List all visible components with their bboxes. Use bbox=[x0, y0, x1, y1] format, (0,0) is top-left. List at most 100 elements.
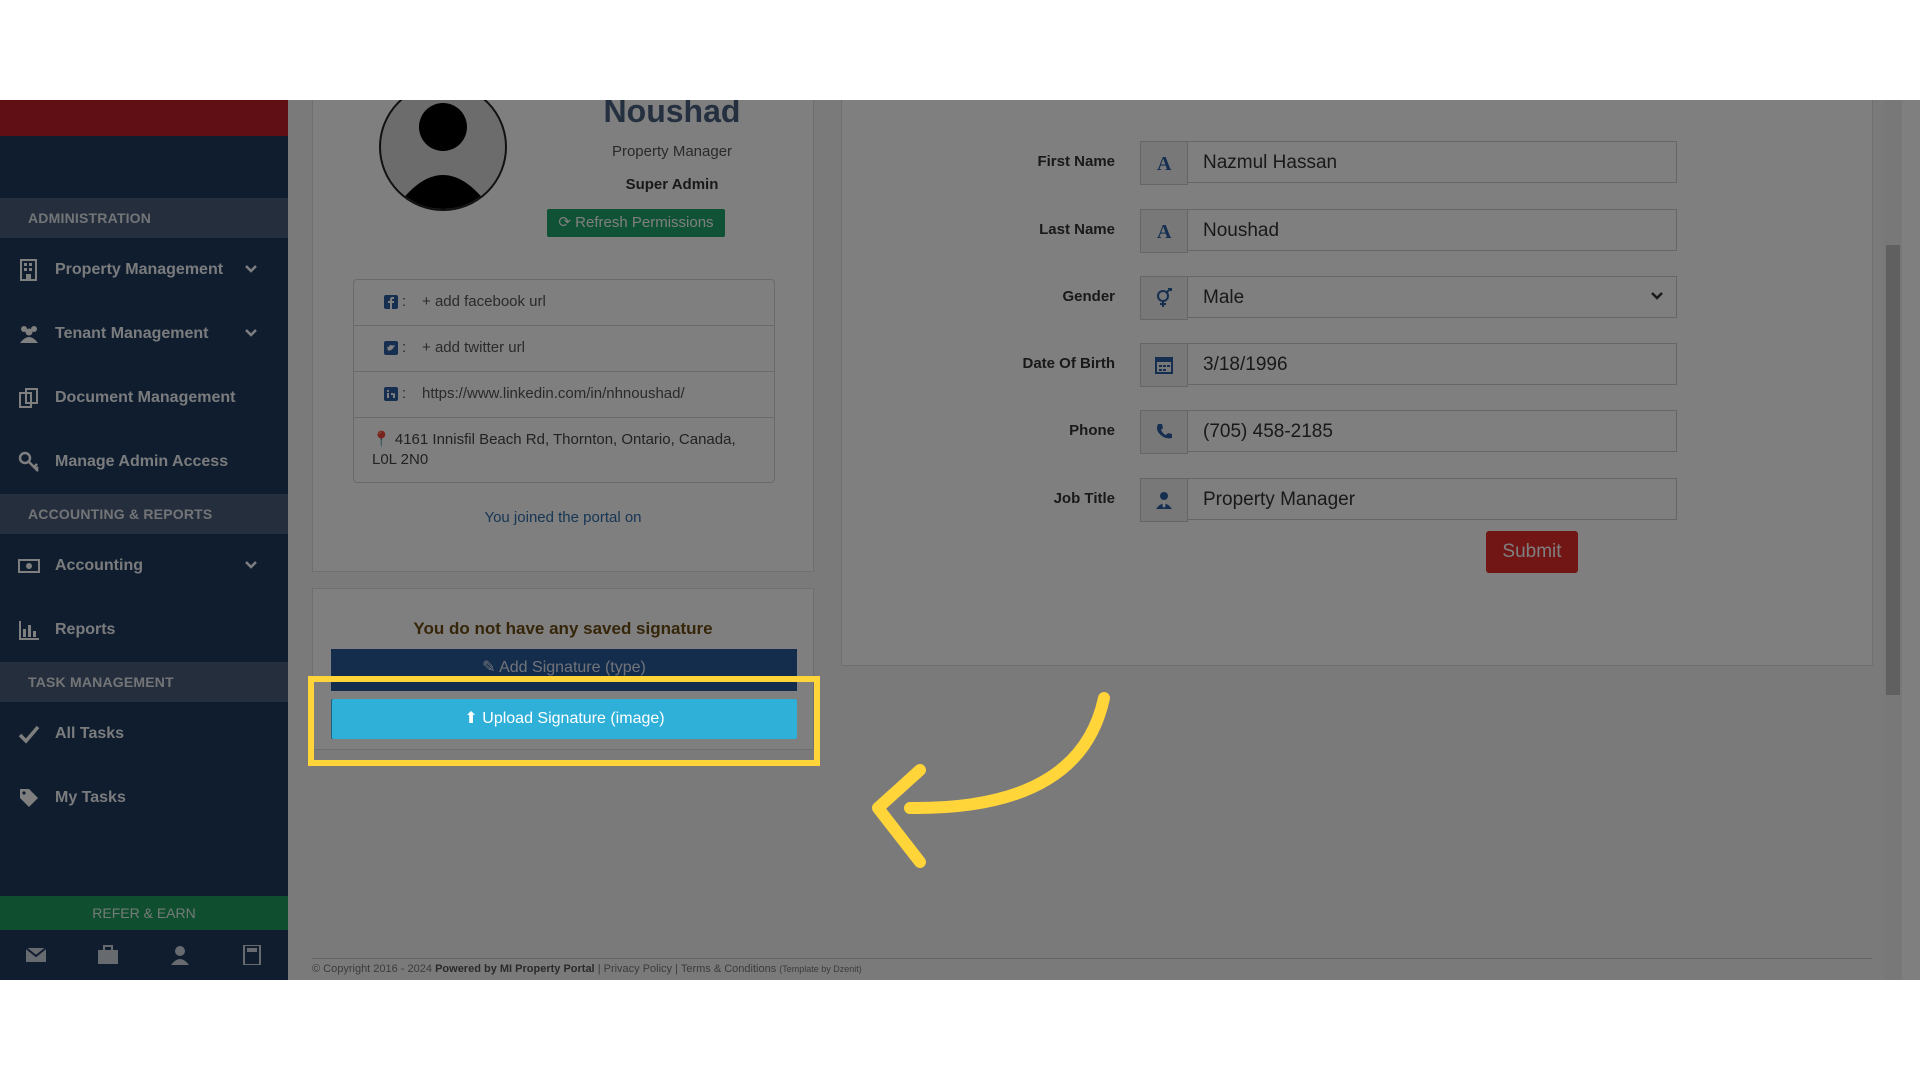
powered-by-link[interactable]: Powered by MI Property Portal bbox=[435, 963, 595, 975]
scrollbar-thumb[interactable] bbox=[1886, 245, 1900, 695]
colon: : bbox=[402, 339, 407, 356]
calculator-icon[interactable] bbox=[241, 944, 263, 966]
linkedin-icon bbox=[384, 387, 398, 401]
font-icon: A bbox=[1140, 141, 1188, 185]
sidebar-item-tenant-management[interactable]: Tenant Management bbox=[0, 302, 288, 366]
job-title-label: Job Title bbox=[1053, 490, 1115, 507]
gender-select[interactable]: Male bbox=[1187, 276, 1677, 318]
social-links-list: : + add facebook url : + add twitter url… bbox=[353, 279, 775, 483]
job-title-input[interactable]: Property Manager bbox=[1187, 478, 1677, 520]
chevron-down-icon bbox=[245, 329, 257, 337]
last-name-input[interactable]: Noushad bbox=[1187, 209, 1677, 251]
key-icon bbox=[18, 451, 39, 472]
svg-text:A: A bbox=[1157, 153, 1172, 173]
dob-input[interactable]: 3/18/1996 bbox=[1187, 343, 1677, 385]
vertical-scrollbar[interactable] bbox=[1884, 100, 1902, 980]
sidebar-top-bar bbox=[0, 100, 288, 136]
edit-icon: ✎ bbox=[482, 659, 496, 676]
briefcase-icon[interactable] bbox=[97, 945, 119, 965]
gender-icon bbox=[1140, 276, 1188, 320]
sidebar-item-accounting[interactable]: Accounting bbox=[0, 534, 288, 598]
sidebar-item-label: Reports bbox=[55, 621, 116, 638]
gender-value: Male bbox=[1203, 287, 1245, 308]
colon: : bbox=[402, 293, 407, 310]
phone-label: Phone bbox=[1069, 422, 1115, 439]
profile-role: Property Manager bbox=[611, 143, 733, 160]
twitter-text: add twitter url bbox=[434, 339, 525, 356]
last-name-row: Last Name A Noushad bbox=[930, 209, 1730, 253]
sidebar-item-manage-admin-access[interactable]: Manage Admin Access bbox=[0, 430, 288, 494]
copyright-text: © Copyright 2016 - 2024 bbox=[312, 963, 433, 975]
phone-row: Phone (705) 458-2185 bbox=[930, 410, 1730, 454]
gender-row: Gender Male bbox=[930, 276, 1730, 320]
first-name-row: First Name A Nazmul Hassan bbox=[930, 141, 1730, 185]
gender-label: Gender bbox=[1062, 288, 1115, 305]
facebook-add-link[interactable]: + add facebook url bbox=[422, 293, 546, 310]
pointer-arrow-icon bbox=[872, 692, 1110, 868]
job-title-row: Job Title Property Manager bbox=[930, 478, 1730, 522]
app-window: ADMINISTRATION Property Management Tenan… bbox=[0, 100, 1920, 980]
bar-chart-icon bbox=[19, 621, 39, 640]
sidebar-item-my-tasks[interactable]: My Tasks bbox=[0, 766, 288, 830]
refresh-permissions-button[interactable]: ⟳ Refresh Permissions bbox=[547, 209, 725, 237]
first-name-label: First Name bbox=[1037, 153, 1115, 170]
sidebar-item-reports[interactable]: Reports bbox=[0, 598, 288, 662]
phone-icon bbox=[1140, 410, 1188, 454]
tag-icon bbox=[20, 789, 38, 807]
footer-links[interactable]: | Privacy Policy | Terms & Conditions bbox=[598, 963, 777, 975]
twitter-add-link[interactable]: + add twitter url bbox=[422, 339, 525, 356]
sidebar: ADMINISTRATION Property Management Tenan… bbox=[0, 100, 288, 980]
first-name-input[interactable]: Nazmul Hassan bbox=[1187, 141, 1677, 183]
user-tie-icon bbox=[1140, 478, 1188, 522]
facebook-icon bbox=[384, 295, 398, 309]
section-administration: ADMINISTRATION bbox=[0, 198, 288, 238]
dob-row: Date Of Birth 3/18/1996 bbox=[930, 343, 1730, 387]
add-signature-label: Add Signature (type) bbox=[499, 659, 646, 676]
documents-icon bbox=[19, 388, 38, 408]
twitter-icon bbox=[384, 341, 398, 355]
dob-label: Date Of Birth bbox=[1022, 355, 1115, 372]
colon: : bbox=[402, 385, 407, 402]
address-row: 📍 4161 Innisfil Beach Rd, Thornton, Onta… bbox=[354, 418, 774, 482]
section-task-management: TASK MANAGEMENT bbox=[0, 662, 288, 702]
profile-name: Noushad bbox=[603, 100, 741, 129]
sidebar-item-label: Tenant Management bbox=[55, 325, 209, 342]
sidebar-item-label: My Tasks bbox=[55, 789, 126, 806]
submit-button[interactable]: Submit bbox=[1486, 531, 1578, 573]
chevron-down-icon bbox=[245, 265, 257, 273]
sidebar-item-label: Manage Admin Access bbox=[55, 453, 229, 470]
joined-text: You joined the portal on bbox=[484, 509, 642, 526]
sidebar-footer-toolbar bbox=[0, 930, 288, 980]
profile-admin-level: Super Admin bbox=[625, 176, 719, 193]
sidebar-item-all-tasks[interactable]: All Tasks bbox=[0, 702, 288, 766]
sidebar-item-label: Document Management bbox=[55, 389, 236, 406]
twitter-row[interactable]: : + add twitter url bbox=[354, 326, 774, 372]
sidebar-item-label: All Tasks bbox=[55, 725, 125, 742]
sidebar-item-document-management[interactable]: Document Management bbox=[0, 366, 288, 430]
linkedin-row[interactable]: : https://www.linkedin.com/in/nhnoushad/ bbox=[354, 372, 774, 418]
linkedin-url[interactable]: https://www.linkedin.com/in/nhnoushad/ bbox=[422, 385, 685, 402]
mail-icon[interactable] bbox=[25, 945, 47, 965]
profile-form-card: First Name A Nazmul Hassan Last Name A N… bbox=[841, 100, 1873, 666]
building-icon bbox=[20, 259, 37, 281]
sidebar-item-property-management[interactable]: Property Management bbox=[0, 238, 288, 302]
avatar bbox=[379, 100, 507, 211]
users-icon bbox=[20, 326, 38, 343]
facebook-row[interactable]: : + add facebook url bbox=[354, 280, 774, 326]
phone-input[interactable]: (705) 458-2185 bbox=[1187, 410, 1677, 452]
svg-text:A: A bbox=[1157, 221, 1172, 241]
user-icon[interactable] bbox=[169, 945, 191, 965]
sidebar-item-label: Accounting bbox=[55, 557, 143, 574]
check-icon bbox=[18, 725, 40, 744]
calendar-icon[interactable] bbox=[1140, 343, 1188, 387]
map-marker-icon: 📍 bbox=[372, 431, 391, 448]
highlight-box bbox=[308, 676, 820, 766]
refresh-icon: ⟳ bbox=[558, 214, 571, 231]
page-footer: © Copyright 2016 - 2024 Powered by MI Pr… bbox=[312, 958, 1872, 975]
refresh-label: Refresh Permissions bbox=[575, 214, 714, 231]
address-text: 4161 Innisfil Beach Rd, Thornton, Ontari… bbox=[372, 431, 736, 468]
facebook-text: add facebook url bbox=[434, 293, 546, 310]
refer-earn-button[interactable]: REFER & EARN bbox=[0, 896, 288, 930]
sidebar-item-label: Property Management bbox=[55, 261, 224, 278]
